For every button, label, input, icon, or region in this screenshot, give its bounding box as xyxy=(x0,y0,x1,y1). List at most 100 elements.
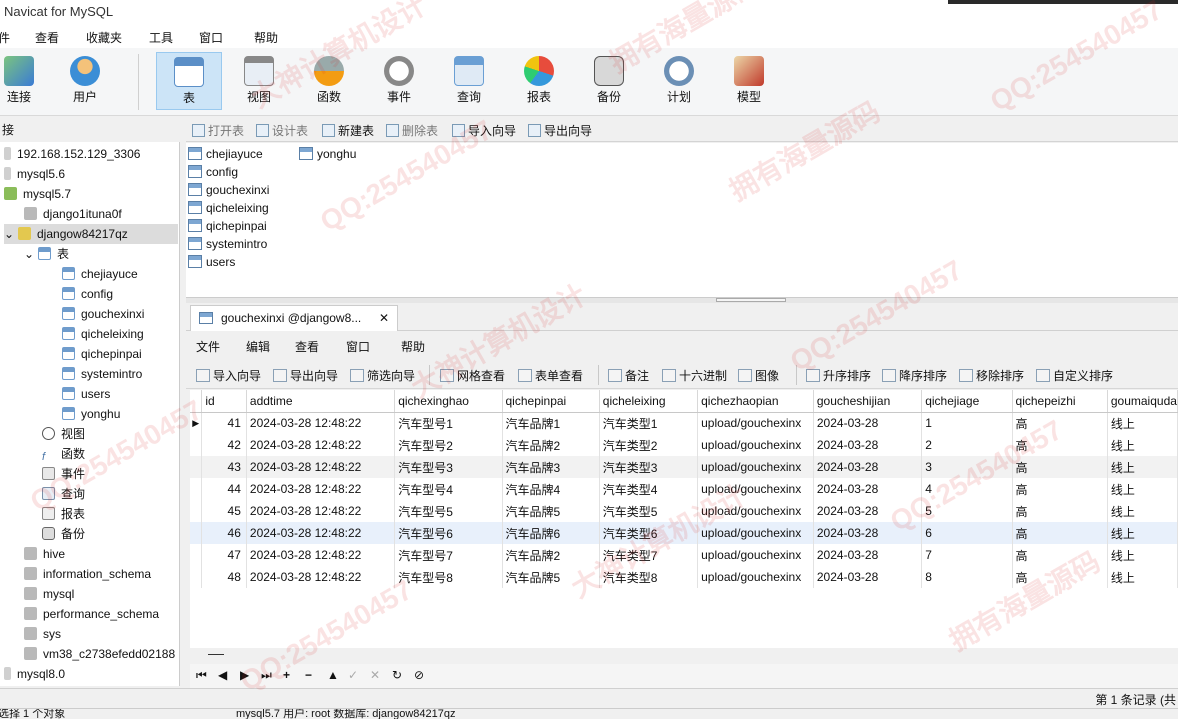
edit-record-button[interactable]: ▲ xyxy=(327,668,339,682)
table-cell[interactable]: 43 xyxy=(201,456,247,478)
table-cell[interactable]: upload/gouchexinx xyxy=(697,566,814,588)
table-cell[interactable]: 线上 xyxy=(1107,412,1178,434)
prev-record-button[interactable]: ◀ xyxy=(218,668,227,682)
tree-db-django1ituna0f[interactable]: django1ituna0f xyxy=(24,204,122,224)
column-header[interactable]: qichexinghao xyxy=(394,390,503,413)
view-button[interactable]: 视图 xyxy=(226,52,292,110)
table-cell[interactable]: 高 xyxy=(1012,544,1108,566)
table-cell[interactable]: 高 xyxy=(1012,456,1108,478)
table-cell[interactable]: 高 xyxy=(1012,434,1108,456)
delete-record-button[interactable]: − xyxy=(305,668,312,682)
table-cell[interactable]: 48 xyxy=(201,566,247,588)
row-indicator[interactable] xyxy=(190,500,203,522)
table-cell[interactable]: 8 xyxy=(921,566,1013,588)
table-cell[interactable]: 汽车类型2 xyxy=(599,434,699,456)
table-cell[interactable]: 47 xyxy=(201,544,247,566)
tree-group-events[interactable]: 事件 xyxy=(42,464,85,484)
grid-menu-help[interactable]: 帮助 xyxy=(401,338,425,355)
delete-table-button[interactable]: 删除表 xyxy=(386,122,438,139)
table-cell[interactable]: 汽车品牌2 xyxy=(502,544,600,566)
row-indicator[interactable] xyxy=(190,522,203,544)
table-cell[interactable]: 2024-03-28 12:48:22 xyxy=(246,500,396,522)
grid-menu-window[interactable]: 窗口 xyxy=(346,338,370,355)
menu-view[interactable]: 查看 xyxy=(35,29,59,46)
menu-window[interactable]: 窗口 xyxy=(199,29,223,46)
current-row-indicator[interactable]: ▶ xyxy=(190,412,203,434)
tree-table-item[interactable]: qicheleixing xyxy=(62,324,144,344)
object-table-item[interactable]: gouchexinxi xyxy=(188,183,269,197)
table-cell[interactable]: 汽车型号2 xyxy=(394,434,503,456)
table-cell[interactable]: 汽车类型5 xyxy=(599,500,699,522)
table-cell[interactable]: 2024-03-28 xyxy=(813,544,923,566)
row-indicator[interactable] xyxy=(190,544,203,566)
table-cell[interactable]: 线上 xyxy=(1107,544,1178,566)
tree-group-views[interactable]: 视图 xyxy=(42,424,85,444)
column-header[interactable]: qichejiage xyxy=(921,390,1013,413)
export-wizard-button[interactable]: 导出向导 xyxy=(528,122,592,139)
tree-table-item[interactable]: users xyxy=(62,384,110,404)
table-cell[interactable]: 2024-03-28 12:48:22 xyxy=(246,434,396,456)
table-cell[interactable]: 汽车品牌3 xyxy=(502,456,600,478)
table-cell[interactable]: 汽车类型6 xyxy=(599,522,699,544)
table-cell[interactable]: 汽车品牌1 xyxy=(502,412,600,434)
splitter-grip[interactable] xyxy=(716,298,786,302)
table-row[interactable]: 45 2024-03-28 12:48:22 汽车型号5 汽车品牌5 汽车类型5 uplo… xyxy=(190,500,1178,522)
table-cell[interactable]: 2024-03-28 xyxy=(813,566,923,588)
open-table-button[interactable]: 打开表 xyxy=(192,122,244,139)
memo-button[interactable]: 备注 xyxy=(608,367,649,384)
grid-import-button[interactable]: 导入向导 xyxy=(196,367,261,384)
tree-table-item[interactable]: gouchexinxi xyxy=(62,304,144,324)
table-cell[interactable]: upload/gouchexinx xyxy=(697,522,814,544)
table-cell[interactable]: 汽车型号1 xyxy=(394,412,503,434)
tree-db-item[interactable]: hive xyxy=(24,544,65,564)
function-button[interactable]: 函数 xyxy=(296,52,362,110)
new-table-button[interactable]: 新建表 xyxy=(322,122,374,139)
table-cell[interactable]: 1 xyxy=(921,412,1013,434)
table-cell[interactable]: 汽车类型8 xyxy=(599,566,699,588)
table-cell[interactable]: 44 xyxy=(201,478,247,500)
table-row[interactable]: ▶ 41 2024-03-28 12:48:22 汽车型号1 汽车品牌1 汽车类型1 upl… xyxy=(190,412,1178,434)
table-cell[interactable]: 2024-03-28 12:48:22 xyxy=(246,412,396,434)
table-cell[interactable]: upload/gouchexinx xyxy=(697,544,814,566)
menu-file[interactable]: 件 xyxy=(0,29,10,46)
row-indicator[interactable] xyxy=(190,566,203,588)
table-cell[interactable]: 41 xyxy=(201,412,247,434)
table-cell[interactable]: 2 xyxy=(921,434,1013,456)
table-cell[interactable]: 汽车品牌2 xyxy=(502,434,600,456)
table-cell[interactable]: 汽车型号8 xyxy=(394,566,503,588)
schedule-button[interactable]: 计划 xyxy=(646,52,712,110)
table-cell[interactable]: 高 xyxy=(1012,566,1108,588)
table-cell[interactable]: 46 xyxy=(201,522,247,544)
tree-connection-mysql56[interactable]: mysql5.6 xyxy=(4,164,65,184)
backup-button[interactable]: 备份 xyxy=(576,52,642,110)
table-cell[interactable]: 汽车类型1 xyxy=(599,412,699,434)
table-cell[interactable]: 汽车品牌4 xyxy=(502,478,600,500)
table-cell[interactable]: 2024-03-28 12:48:22 xyxy=(246,456,396,478)
column-header[interactable]: goucheshijian xyxy=(813,390,923,413)
custom-sort-button[interactable]: 自定义排序 xyxy=(1036,367,1113,384)
object-table-item[interactable]: qichepinpai xyxy=(188,219,267,233)
column-header[interactable]: qicheleixing xyxy=(599,390,699,413)
table-row[interactable]: 47 2024-03-28 12:48:22 汽车型号7 汽车品牌2 汽车类型7 uplo… xyxy=(190,544,1178,566)
table-cell[interactable]: upload/gouchexinx xyxy=(697,478,814,500)
table-cell[interactable]: 汽车品牌5 xyxy=(502,500,600,522)
tree-table-item[interactable]: systemintro xyxy=(62,364,142,384)
connect-button[interactable]: 连接 xyxy=(0,52,52,110)
grid-menu-edit[interactable]: 编辑 xyxy=(246,338,270,355)
table-cell[interactable]: 高 xyxy=(1012,412,1108,434)
grid-view-button[interactable]: 网格查看 xyxy=(440,367,505,384)
design-table-button[interactable]: 设计表 xyxy=(256,122,308,139)
table-cell[interactable]: 线上 xyxy=(1107,522,1178,544)
table-row[interactable]: 44 2024-03-28 12:48:22 汽车型号4 汽车品牌4 汽车类型4 uplo… xyxy=(190,478,1178,500)
remove-sort-button[interactable]: 移除排序 xyxy=(959,367,1024,384)
table-row[interactable]: 48 2024-03-28 12:48:22 汽车型号8 汽车品牌5 汽车类型8 uplo… xyxy=(190,566,1178,588)
tree-group-reports[interactable]: 报表 xyxy=(42,504,85,524)
hex-button[interactable]: 十六进制 xyxy=(662,367,727,384)
table-cell[interactable]: 线上 xyxy=(1107,566,1178,588)
menu-favorites[interactable]: 收藏夹 xyxy=(86,29,122,46)
table-cell[interactable]: 汽车类型7 xyxy=(599,544,699,566)
menu-tools[interactable]: 工具 xyxy=(149,29,173,46)
object-table-item[interactable]: chejiayuce xyxy=(188,147,263,161)
query-button[interactable]: 查询 xyxy=(436,52,502,110)
grid-export-button[interactable]: 导出向导 xyxy=(273,367,338,384)
